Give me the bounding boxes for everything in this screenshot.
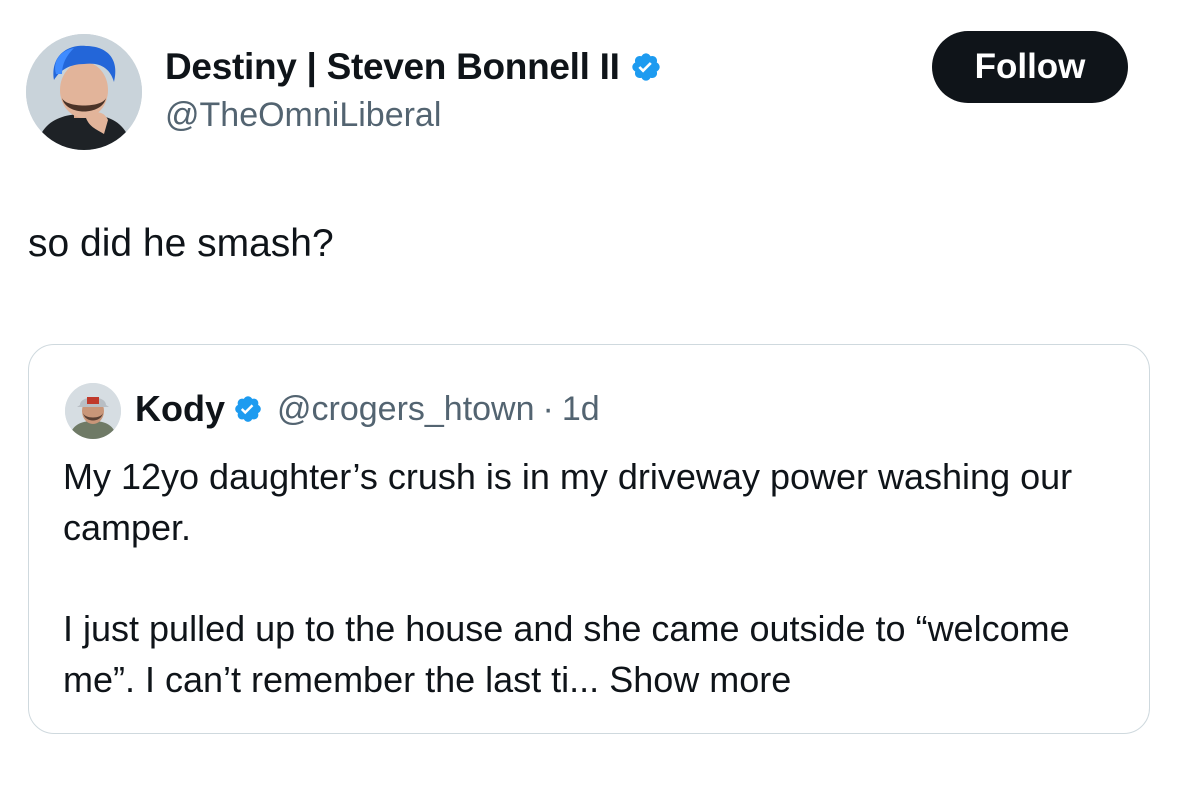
tweet-text: so did he smash? — [28, 222, 334, 265]
quoted-paragraph: I just pulled up to the house and she ca… — [63, 603, 1133, 705]
quoted-paragraph-text: I just pulled up to the house and she ca… — [63, 608, 1070, 700]
quoted-paragraph: My 12yo daughter’s crush is in my drivew… — [63, 456, 1073, 548]
author-handle[interactable]: @TheOmniLiberal — [165, 96, 441, 135]
author-display-name: Destiny | Steven Bonnell II — [165, 46, 620, 87]
quoted-header: Kody @crogers_htown · 1d — [135, 387, 600, 431]
quoted-timestamp[interactable]: 1d — [562, 390, 600, 429]
quoted-tweet-text: My 12yo daughter’s crush is in my drivew… — [63, 451, 1133, 705]
quoted-author-handle[interactable]: @crogers_htown — [277, 390, 535, 429]
quoted-author-name[interactable]: Kody — [135, 388, 225, 430]
follow-button[interactable]: Follow — [932, 31, 1128, 103]
quoted-tweet-card[interactable]: Kody @crogers_htown · 1d My 12yo daughte… — [28, 344, 1150, 734]
user-avatar-icon — [26, 34, 142, 150]
separator-dot: · — [542, 389, 554, 428]
user-avatar-icon — [65, 383, 121, 439]
verified-badge-icon — [233, 394, 263, 424]
author-name[interactable]: Destiny | Steven Bonnell II — [165, 46, 662, 88]
author-avatar[interactable] — [26, 34, 142, 150]
show-more-link[interactable]: Show more — [609, 659, 791, 700]
quoted-author-avatar[interactable] — [65, 383, 121, 439]
verified-badge-icon — [630, 51, 662, 83]
